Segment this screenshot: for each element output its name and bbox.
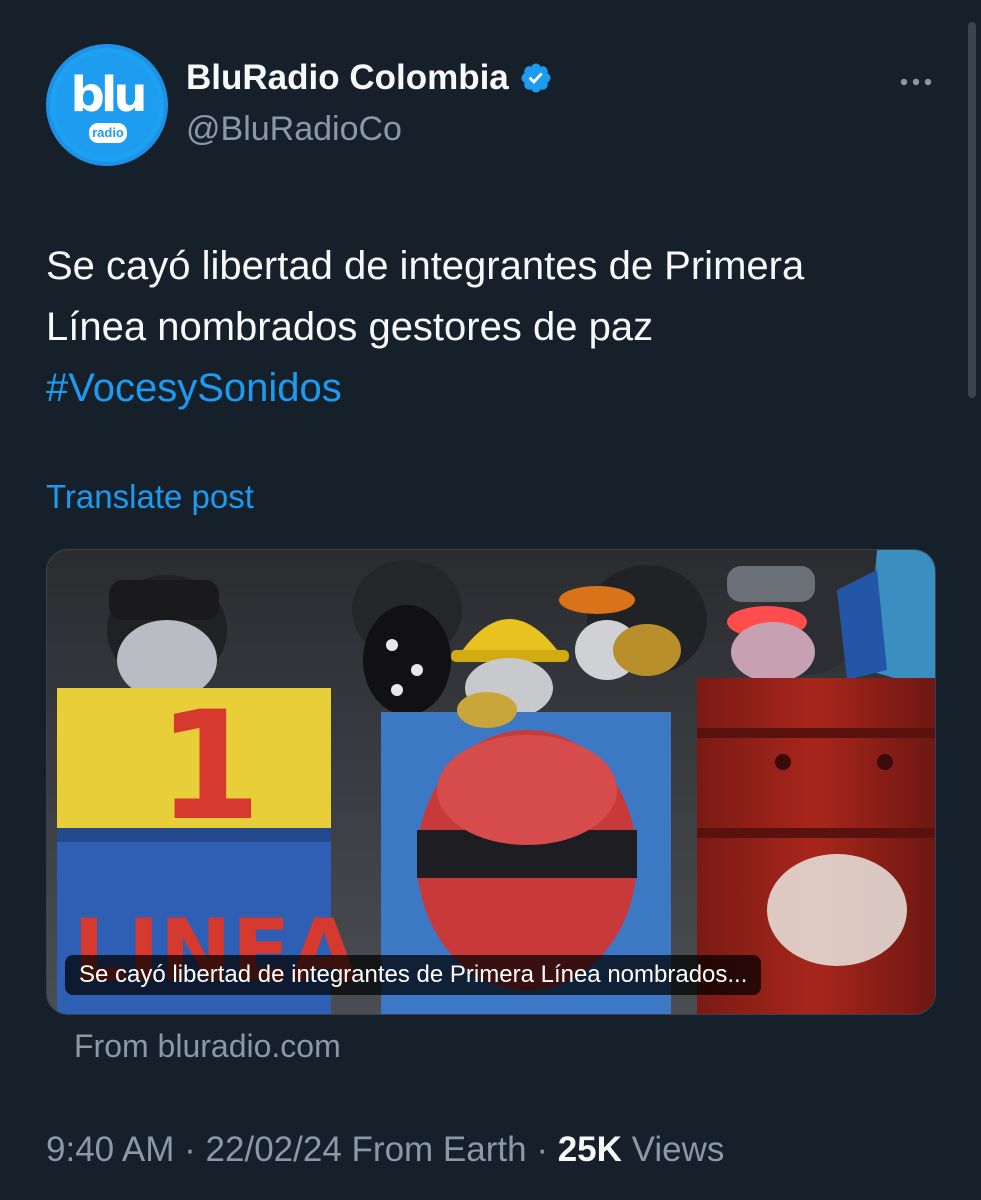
views-label[interactable]: Views [632,1130,725,1169]
scrollbar[interactable] [968,22,976,398]
link-source[interactable]: From bluradio.com [74,1028,341,1065]
post-metadata: 9:40 AM · 22/02/24 From Earth · 25K View… [46,1130,724,1170]
avatar-logo: blu radio [55,53,159,157]
barrel-number-text: 1 [157,680,261,854]
views-count[interactable]: 25K [558,1130,622,1169]
avatar[interactable]: blu radio [46,44,168,166]
post-text: Se cayó libertad de integrantes de Prime… [46,236,946,419]
meta-separator: · [536,1130,548,1169]
avatar-logo-text: blu [70,67,148,123]
author-name-row[interactable]: BluRadio Colombia [186,58,553,98]
hashtag-link[interactable]: #VocesySonidos [46,358,946,419]
verified-badge-icon [521,63,551,93]
translate-post-link[interactable]: Translate post [46,478,254,516]
post-date[interactable]: 22/02/24 [206,1130,342,1169]
link-preview-caption: Se cayó libertad de integrantes de Prime… [65,955,762,995]
post-location: From Earth [351,1130,527,1169]
author-handle[interactable]: @BluRadioCo [186,110,402,149]
more-options-icon[interactable] [896,62,936,102]
author-display-name[interactable]: BluRadio Colombia [186,58,509,98]
avatar-logo-sub: radio [89,123,127,143]
link-preview-card[interactable]: 1 LINEA Se cayó libertad de integrantes … [46,549,936,1015]
meta-separator: · [184,1130,196,1169]
post-time[interactable]: 9:40 AM [46,1130,174,1169]
post-text-line-2: Línea nombrados gestores de paz [46,305,654,349]
post-text-line-1: Se cayó libertad de integrantes de Prime… [46,244,805,288]
link-preview-image: 1 LINEA [47,550,935,1014]
